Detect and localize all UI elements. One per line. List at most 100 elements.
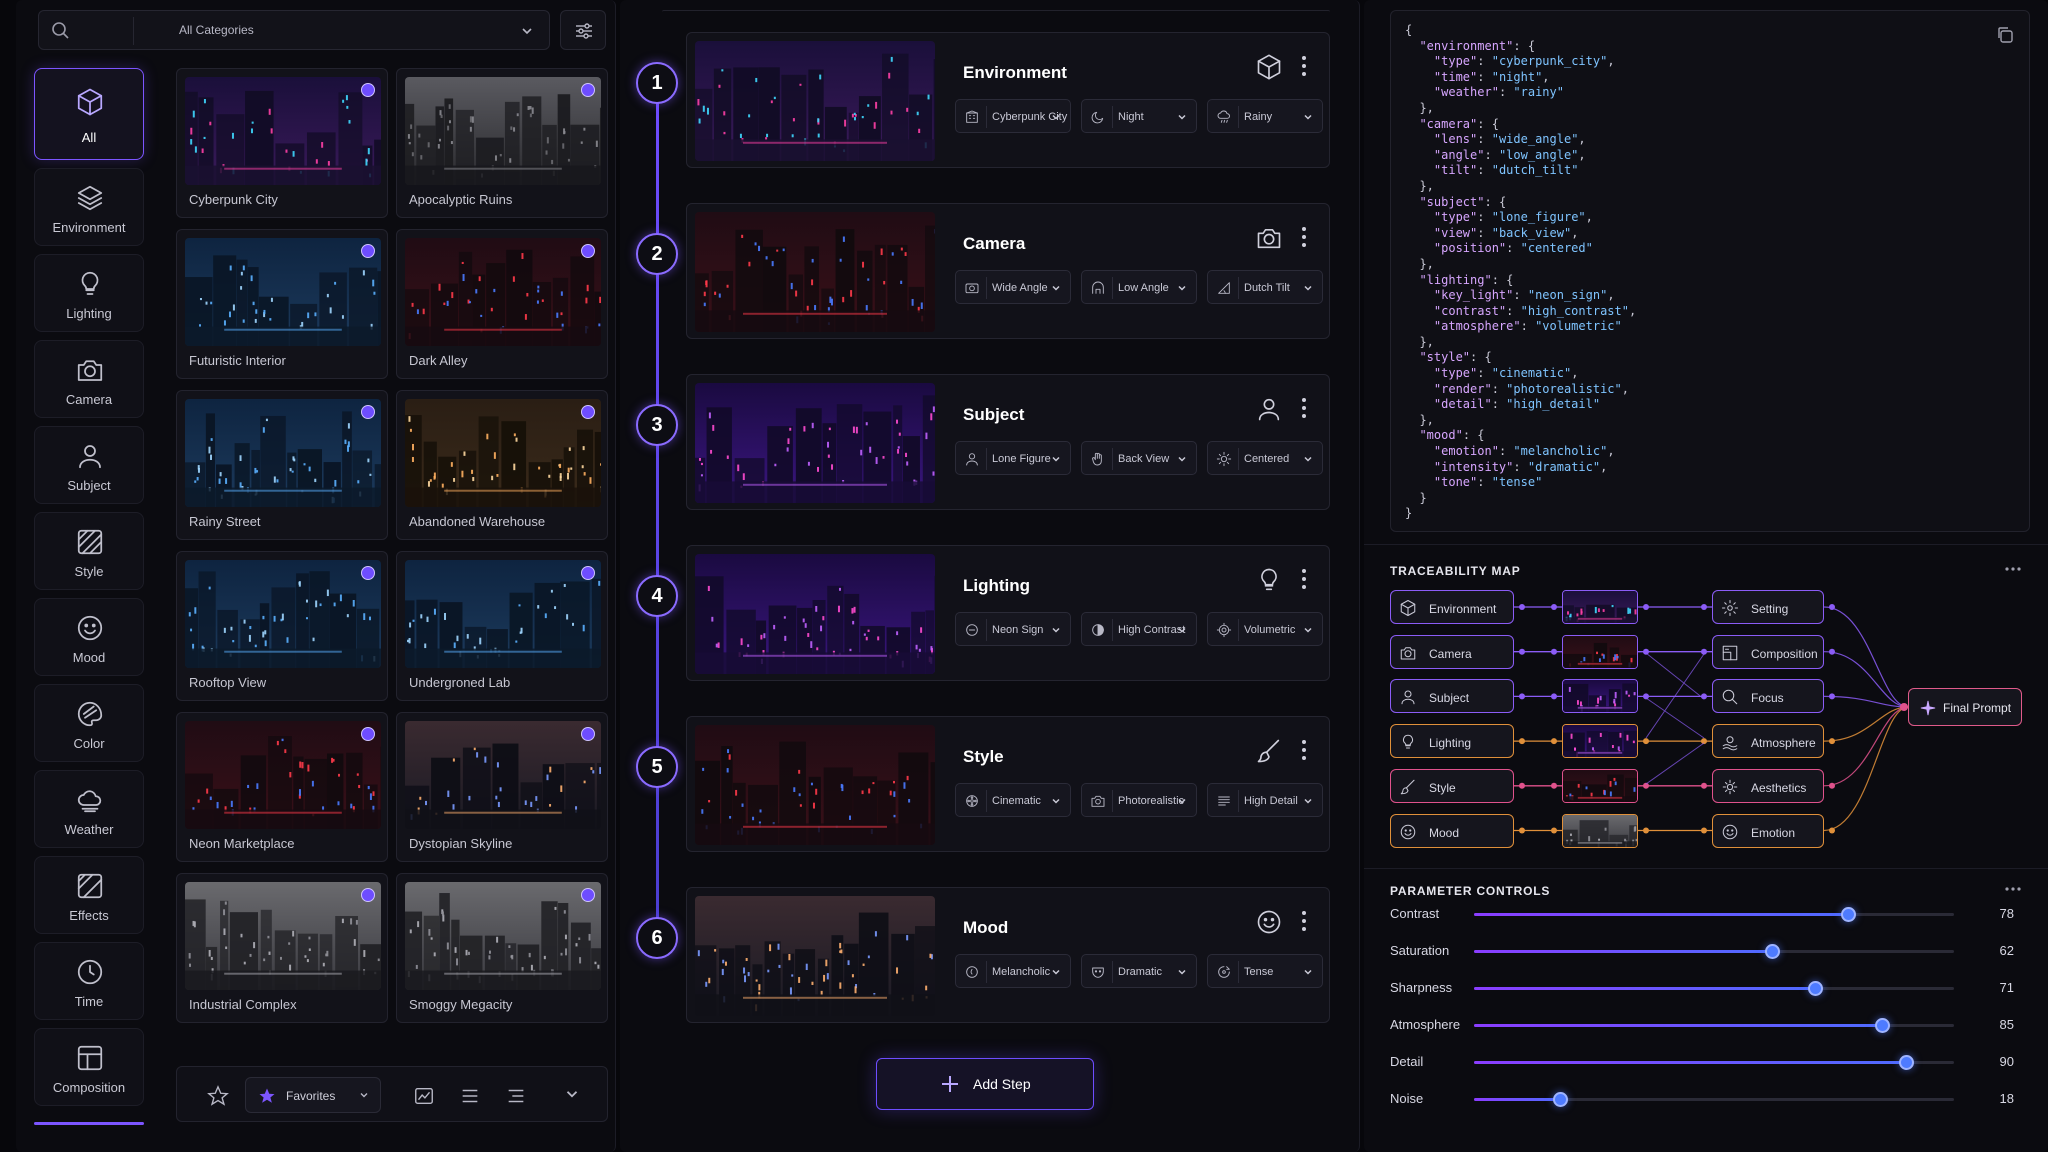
trace-source-style[interactable]: Style — [1390, 768, 1514, 803]
preset-card[interactable]: Rooftop View — [176, 551, 388, 701]
step-option-dropdown[interactable]: Volumetric — [1207, 612, 1323, 646]
selected-badge-icon[interactable] — [581, 727, 595, 741]
param-slider-handle[interactable] — [1764, 944, 1780, 959]
preset-card[interactable]: Apocalyptic Ruins — [396, 68, 608, 218]
param-slider-track[interactable] — [1474, 907, 1954, 922]
step-card-environment[interactable]: Environment Cyberpunk City Night Rainy — [686, 32, 1330, 168]
step-option-dropdown[interactable]: Centered — [1207, 441, 1323, 475]
step-option-dropdown[interactable]: Melancholic — [955, 954, 1071, 988]
selected-badge-icon[interactable] — [361, 244, 375, 258]
preset-card[interactable]: Cyberpunk City — [176, 68, 388, 218]
param-slider-track[interactable] — [1474, 1018, 1954, 1033]
final-prompt-node[interactable]: Final Prompt — [1908, 688, 2022, 726]
param-slider-handle[interactable] — [1899, 1055, 1914, 1070]
preset-card[interactable]: Rainy Street — [176, 390, 388, 540]
kebab-menu-icon[interactable] — [1301, 910, 1307, 932]
category-style[interactable]: Style — [34, 512, 144, 590]
step-option-dropdown[interactable]: Back View — [1081, 441, 1197, 475]
preset-card[interactable]: Dystopian Skyline — [396, 712, 608, 862]
param-slider-track[interactable] — [1474, 1055, 1954, 1070]
step-option-dropdown[interactable]: Cinematic — [955, 783, 1071, 817]
step-option-dropdown[interactable]: Neon Sign — [955, 612, 1071, 646]
indent-list-icon[interactable] — [505, 1085, 527, 1107]
trace-target-setting[interactable]: Setting — [1712, 590, 1824, 624]
category-time[interactable]: Time — [34, 942, 144, 1020]
more-options-icon[interactable] — [2004, 886, 2022, 892]
selected-badge-icon[interactable] — [581, 888, 595, 902]
kebab-menu-icon[interactable] — [1301, 226, 1307, 248]
selected-badge-icon[interactable] — [361, 566, 375, 580]
param-slider-track[interactable] — [1474, 944, 1954, 959]
preset-card[interactable]: Abandoned Warehouse — [396, 390, 608, 540]
list-icon[interactable] — [459, 1085, 481, 1107]
trace-source-lighting[interactable]: Lighting — [1390, 724, 1514, 759]
step-option-dropdown[interactable]: Photorealistic — [1081, 783, 1197, 817]
step-option-dropdown[interactable]: Low Angle — [1081, 270, 1197, 304]
step-option-dropdown[interactable]: Wide Angle — [955, 270, 1071, 304]
step-option-dropdown[interactable]: Tense — [1207, 954, 1323, 988]
selected-badge-icon[interactable] — [581, 566, 595, 580]
category-all[interactable]: All — [34, 68, 144, 160]
category-select[interactable]: All Categories — [179, 23, 254, 37]
step-option-dropdown[interactable]: Night — [1081, 99, 1197, 133]
kebab-menu-icon[interactable] — [1301, 739, 1307, 761]
trace-source-mood[interactable]: Mood — [1390, 813, 1514, 848]
param-slider-handle[interactable] — [1841, 907, 1857, 922]
category-lighting[interactable]: Lighting — [34, 254, 144, 332]
search-icon[interactable] — [51, 21, 71, 41]
selected-badge-icon[interactable] — [581, 244, 595, 258]
kebab-menu-icon[interactable] — [1301, 397, 1307, 419]
category-composition[interactable]: Composition — [34, 1028, 144, 1106]
favorites-dropdown[interactable]: Favorites — [245, 1077, 381, 1113]
star-outline-icon[interactable] — [207, 1085, 229, 1107]
trace-source-camera[interactable]: Camera — [1390, 634, 1514, 669]
selected-badge-icon[interactable] — [361, 888, 375, 902]
category-mood[interactable]: Mood — [34, 598, 144, 676]
image-chart-icon[interactable] — [413, 1085, 435, 1107]
trace-target-aesthetics[interactable]: Aesthetics — [1712, 768, 1824, 803]
filter-settings-button[interactable] — [560, 10, 606, 50]
step-card-mood[interactable]: Mood Melancholic Dramatic Tense — [686, 887, 1330, 1023]
chevron-down-icon[interactable] — [563, 1085, 581, 1103]
trace-target-atmosphere[interactable]: Atmosphere — [1712, 724, 1824, 759]
step-option-dropdown[interactable]: Cyberpunk City — [955, 99, 1071, 133]
kebab-menu-icon[interactable] — [1301, 568, 1307, 590]
kebab-menu-icon[interactable] — [1301, 55, 1307, 77]
param-slider-handle[interactable] — [1553, 1092, 1569, 1107]
step-option-dropdown[interactable]: Dramatic — [1081, 954, 1197, 988]
category-weather[interactable]: Weather — [34, 770, 144, 848]
preset-card[interactable]: Futuristic Interior — [176, 229, 388, 379]
param-slider-handle[interactable] — [1875, 1018, 1890, 1033]
preset-card[interactable]: Neon Marketplace — [176, 712, 388, 862]
json-preview[interactable]: { "environment": { "type": "cyberpunk_ci… — [1390, 10, 2030, 532]
selected-badge-icon[interactable] — [361, 405, 375, 419]
step-option-dropdown[interactable]: High Detail — [1207, 783, 1323, 817]
copy-icon[interactable] — [1995, 25, 2015, 45]
preset-card[interactable]: Dark Alley — [396, 229, 608, 379]
param-slider-track[interactable] — [1474, 981, 1954, 996]
step-card-lighting[interactable]: Lighting Neon Sign High Contrast Volumet… — [686, 545, 1330, 681]
category-color[interactable]: Color — [34, 684, 144, 762]
chevron-down-icon[interactable] — [519, 23, 535, 39]
category-camera[interactable]: Camera — [34, 340, 144, 418]
step-card-camera[interactable]: Camera Wide Angle Low Angle Dutch Tilt — [686, 203, 1330, 339]
add-step-button[interactable]: Add Step — [876, 1058, 1094, 1110]
preset-card[interactable]: Smoggy Megacity — [396, 873, 608, 1023]
trace-target-focus[interactable]: Focus — [1712, 679, 1824, 714]
category-search-bar[interactable]: All Categories — [38, 10, 550, 50]
step-option-dropdown[interactable]: Lone Figure — [955, 441, 1071, 475]
step-option-dropdown[interactable]: High Contrast — [1081, 612, 1197, 646]
category-effects[interactable]: Effects — [34, 856, 144, 934]
preset-card[interactable]: Undergroned Lab — [396, 551, 608, 701]
category-environment[interactable]: Environment — [34, 168, 144, 246]
step-card-style[interactable]: Style Cinematic Photorealistic High Deta… — [686, 716, 1330, 852]
preset-card[interactable]: Industrial Complex — [176, 873, 388, 1023]
trace-source-subject[interactable]: Subject — [1390, 679, 1514, 714]
trace-target-composition[interactable]: Composition — [1712, 634, 1824, 669]
step-option-dropdown[interactable]: Rainy — [1207, 99, 1323, 133]
trace-target-emotion[interactable]: Emotion — [1712, 813, 1824, 848]
selected-badge-icon[interactable] — [361, 83, 375, 97]
param-slider-track[interactable] — [1474, 1092, 1954, 1107]
selected-badge-icon[interactable] — [581, 83, 595, 97]
step-option-dropdown[interactable]: Dutch Tilt — [1207, 270, 1323, 304]
